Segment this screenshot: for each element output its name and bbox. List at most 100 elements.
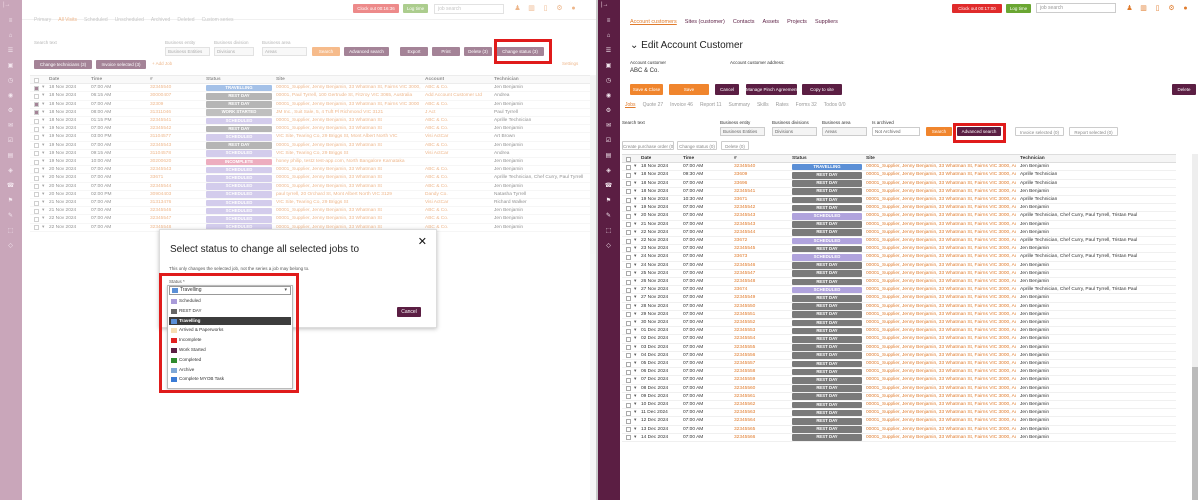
row-job-number[interactable]: 33673 [734, 253, 786, 261]
chevron-down-icon[interactable]: ▾ [634, 188, 640, 196]
chevron-down-icon[interactable]: ▾ [634, 385, 640, 393]
user-icon[interactable]: ● [1182, 5, 1189, 13]
table-row[interactable]: ▾ 18 Nov 2024 07:00 AM 33696 REST DAY 00001_S… [622, 180, 1176, 188]
sidebar-expand-icon[interactable]: |→ [3, 2, 11, 8]
business-entity-select[interactable]: Business Entities [720, 127, 765, 136]
row-job-number[interactable]: 33609 [734, 171, 786, 179]
chevron-down-icon[interactable]: ▾ [634, 270, 640, 278]
chevron-down-icon[interactable]: ▾ [42, 150, 48, 158]
row-site-link[interactable]: 00001_Supplier, Jenny Benjamin, 33 Whatm… [866, 434, 1016, 442]
header-tab-assets[interactable]: Assets [763, 19, 780, 25]
calendar-icon[interactable]: ▥ [1140, 5, 1147, 13]
row-job-number[interactable]: 32345562 [734, 401, 786, 409]
sidebar-nav-icon[interactable]: ◈ [604, 168, 613, 175]
row-site-link[interactable]: 00001_Supplier, Jenny Benjamin, 33 Whatm… [866, 360, 1016, 368]
tab-archived[interactable]: Archived [151, 17, 170, 23]
chevron-down-icon[interactable]: ▾ [42, 125, 48, 133]
row-job-number[interactable]: 31104577 [150, 133, 200, 141]
table-row[interactable]: ▾ 05 Dec 2024 07:00 AM 32345557 REST DAY 0000… [622, 360, 1176, 369]
column-header-date[interactable]: Date [641, 155, 651, 163]
table-row[interactable]: ▾ 19 Nov 2024 10:00 AM 30200620 INCOMPLETE ho… [30, 158, 592, 167]
table-row[interactable]: ▾ 27 Nov 2024 07:00 AM 33674 SCHEDULED 00001_… [622, 286, 1176, 295]
row-site-link[interactable]: 00001_Supplier, Jenny Benjamin, 33 Whatm… [866, 426, 1016, 434]
business-division-select[interactable]: Divisions [772, 127, 817, 136]
table-row[interactable]: ▾ 28 Nov 2024 07:00 AM 32345550 REST DAY 0000… [622, 303, 1176, 311]
table-row[interactable]: ▾ 02 Dec 2024 07:00 AM 32345554 REST DAY 0000… [622, 335, 1176, 344]
row-job-number[interactable]: 32345542 [150, 125, 200, 133]
log-time-button[interactable]: Log time [1006, 4, 1031, 13]
chevron-down-icon[interactable]: ▾ [42, 142, 48, 150]
table-row[interactable]: ▾ 19 Nov 2024 07:00 AM 32345542 REST DAY 0000… [30, 125, 592, 134]
settings-link[interactable]: Settings [562, 61, 578, 66]
row-site-link[interactable]: 00001_Supplier, Jenny Benjamin, 33 Whatm… [866, 294, 1016, 302]
chevron-down-icon[interactable]: ▾ [634, 368, 640, 376]
table-row[interactable]: ▾ 11 Dec 2024 07:00 AM 32345563 REST DAY 0000… [622, 409, 1176, 418]
row-job-number[interactable]: 32345561 [734, 393, 786, 401]
row-site-link[interactable]: 00001_Supplier, Jenny Benjamin, 33 Whatm… [276, 142, 421, 150]
column-header-time[interactable]: Time [683, 155, 694, 163]
sidebar-nav-icon[interactable]: ▣ [6, 63, 15, 70]
row-site-link[interactable]: 00001_Supplier, Jenny Benjamin, 33 Whatm… [866, 196, 1016, 204]
row-account-link[interactable]: ABC & Co. [425, 101, 490, 109]
row-site-link[interactable]: paul tyrrell, 20 Orchard St, Mont Albert… [276, 191, 421, 199]
clock-out-button[interactable]: Clock out 00:16:36 [353, 4, 399, 13]
table-row[interactable]: ▾ 22 Nov 2024 07:00 AM 33672 SCHEDULED 00001_… [622, 237, 1176, 246]
sidebar-nav-icon[interactable]: ⬚ [604, 228, 613, 235]
sub-tab-report-11[interactable]: Report 11 [700, 102, 722, 108]
row-site-link[interactable]: 00001_Supplier, Jenny Benjamin, 33 Whatm… [866, 376, 1016, 384]
user-icon[interactable]: ● [570, 5, 577, 13]
row-job-number[interactable]: 32345546 [150, 207, 200, 215]
row-site-link[interactable]: 00001_Supplier, Jenny Benjamin, 33 Whatm… [866, 204, 1016, 212]
chevron-down-icon[interactable]: ▾ [634, 311, 640, 319]
table-row[interactable]: ▾ 13 Dec 2024 07:00 AM 32345565 REST DAY 0000… [622, 426, 1176, 434]
table-row[interactable]: ▾ 25 Nov 2024 07:00 AM 32345547 REST DAY 0000… [622, 270, 1176, 278]
column-header-status[interactable]: Status [792, 155, 807, 163]
table-row[interactable]: ▾ 09 Dec 2024 07:00 AM 32345561 REST DAY 0000… [622, 393, 1176, 401]
table-row[interactable]: ▾ 06 Dec 2024 07:00 AM 32345558 REST DAY 0000… [622, 368, 1176, 377]
sidebar-nav-icon[interactable]: ✉ [604, 123, 613, 130]
table-row[interactable]: ▾ 18 Nov 2024 07:00 AM 32309 REST DAY 00001_S… [30, 101, 592, 109]
row-account-link[interactable]: ABC & Co. [425, 207, 490, 215]
table-row[interactable]: ▾ 08 Dec 2024 07:00 AM 32345560 REST DAY 0000… [622, 385, 1176, 393]
chevron-down-icon[interactable]: ▾ [634, 245, 640, 253]
row-site-link[interactable]: 00001_Supplier, Jenny Benjamin, 33 Whatm… [276, 207, 421, 215]
row-account-link[interactable]: J Act [425, 109, 490, 117]
chevron-down-icon[interactable]: ▾ [634, 163, 640, 171]
sidebar-nav-icon[interactable]: ⚙ [6, 108, 15, 115]
table-row[interactable]: ▾ 18 Nov 2024 07:00 AM 32345540 TRAVELLING 00… [622, 163, 1176, 172]
row-job-number[interactable]: 30200620 [150, 158, 200, 166]
row-job-number[interactable]: 33671 [150, 174, 200, 182]
chevron-down-icon[interactable]: ▾ [634, 294, 640, 302]
calendar-icon[interactable]: ▥ [528, 5, 535, 13]
table-row[interactable]: ▾ 21 Nov 2024 07:00 AM 32345543 REST DAY 0000… [622, 221, 1176, 229]
sidebar-nav-icon[interactable]: ⌂ [604, 33, 613, 40]
chevron-down-icon[interactable]: ▾ [42, 133, 48, 141]
save-button[interactable]: Save [669, 84, 709, 95]
table-row[interactable]: ▾ 23 Nov 2024 07:00 AM 32345545 REST DAY 0000… [622, 245, 1176, 254]
column-header-technician[interactable]: Technician [1020, 155, 1045, 163]
cancel-button[interactable]: Cancel [715, 84, 739, 95]
sidebar-nav-icon[interactable]: ◇ [604, 243, 613, 250]
sub-tab-invoice-46[interactable]: Invoice 46 [670, 102, 693, 108]
close-icon[interactable]: ✕ [418, 235, 427, 248]
tab-primary[interactable]: Primary [34, 17, 51, 23]
row-job-number[interactable]: 33674 [734, 286, 786, 294]
chevron-down-icon[interactable]: ▾ [634, 221, 640, 229]
row-job-number[interactable]: 32345549 [734, 294, 786, 302]
table-row[interactable]: ▾ 22 Nov 2024 07:00 AM 32345547 SCHEDULED 000… [30, 215, 592, 224]
row-site-link[interactable]: 00001_Supplier, Jenny Benjamin, 33 Whatm… [866, 335, 1016, 343]
row-job-number[interactable]: 31311046 [150, 109, 200, 117]
chevron-down-icon[interactable]: ▾ [634, 327, 640, 335]
chevron-down-icon[interactable]: ▾ [42, 224, 48, 232]
row-account-link[interactable]: Dandy Co. [425, 191, 490, 199]
row-site-link[interactable]: honey philip, test2 test-app.com, North … [276, 158, 421, 166]
left-scrollbar[interactable] [590, 75, 596, 500]
row-job-number[interactable]: 32345558 [734, 368, 786, 376]
tab-scheduled[interactable]: Scheduled [84, 17, 108, 23]
row-job-number[interactable]: 32345550 [734, 303, 786, 311]
row-site-link[interactable]: 00001_Supplier, Jenny Benjamin, 33 Whatm… [276, 84, 421, 92]
row-site-link[interactable]: 00001_Supplier, Jenny Benjamin, 33 Whatm… [866, 212, 1016, 220]
chevron-down-icon[interactable]: ▾ [42, 207, 48, 215]
row-site-link[interactable]: 00001_Supplier, Jenny Benjamin, 33 Whatm… [866, 417, 1016, 425]
table-row[interactable]: ▾ 21 Nov 2024 07:00 AM 32345546 SCHEDULED 000… [30, 207, 592, 216]
